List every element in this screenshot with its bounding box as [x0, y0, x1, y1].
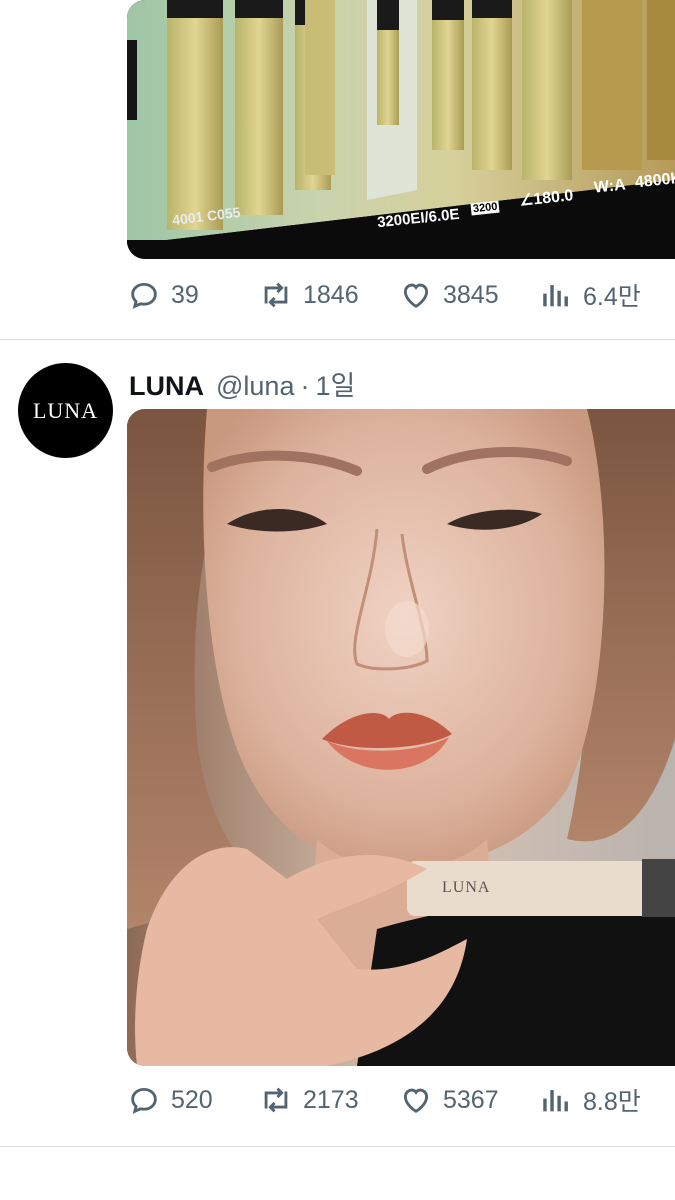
author-handle[interactable]: @luna — [216, 371, 294, 402]
tweet-2-media[interactable]: LUNA — [127, 409, 675, 1066]
tweet-2-actions: 520 2173 5367 8.8만 — [127, 1080, 667, 1120]
views-button[interactable]: 6.4만 — [539, 277, 641, 313]
tweet-2-image — [127, 409, 675, 1066]
views-count: 8.8만 — [583, 1088, 641, 1116]
reply-count: 39 — [171, 280, 199, 309]
reply-button[interactable]: 520 — [127, 1083, 259, 1117]
tweet-time[interactable]: 1일 — [315, 364, 355, 403]
reply-icon — [131, 282, 157, 309]
views-icon — [543, 285, 568, 307]
retweet-icon — [264, 282, 288, 308]
retweet-button[interactable]: 2173 — [259, 1083, 399, 1117]
retweet-count: 1846 — [303, 280, 359, 309]
views-icon — [543, 1090, 568, 1112]
tweet-divider — [0, 339, 675, 340]
reply-count: 520 — [171, 1085, 213, 1114]
avatar[interactable]: LUNA — [18, 363, 113, 458]
like-count: 3845 — [443, 280, 499, 309]
monitor-wb: W:A — [593, 176, 627, 197]
like-count: 5367 — [443, 1085, 499, 1114]
tweet-1-media[interactable]: 4001 C055 3200EI/6.0E 3200 ∠180.0 W:A 48… — [127, 0, 675, 259]
retweet-count: 2173 — [303, 1085, 359, 1114]
views-count: 6.4만 — [583, 283, 641, 311]
tweet-1: 4001 C055 3200EI/6.0E 3200 ∠180.0 W:A 48… — [0, 0, 675, 340]
like-icon — [403, 283, 429, 308]
like-icon — [403, 1088, 429, 1113]
tweet-1-actions: 39 1846 3845 6.4만 — [127, 275, 667, 315]
views-button[interactable]: 8.8만 — [539, 1082, 641, 1118]
product-logo-text: LUNA — [442, 879, 491, 896]
retweet-icon — [264, 1087, 288, 1113]
author-name[interactable]: LUNA — [129, 371, 204, 402]
tweet-2-header: LUNA @luna · 1일 — [129, 364, 355, 401]
retweet-button[interactable]: 1846 — [259, 278, 399, 312]
reply-icon — [131, 1087, 157, 1114]
reply-button[interactable]: 39 — [127, 278, 259, 312]
tweet-divider — [0, 1146, 675, 1147]
like-button[interactable]: 5367 — [399, 1083, 539, 1117]
separator-dot: · — [300, 371, 310, 401]
avatar-logo-text: LUNA — [32, 397, 99, 423]
like-button[interactable]: 3845 — [399, 278, 539, 312]
